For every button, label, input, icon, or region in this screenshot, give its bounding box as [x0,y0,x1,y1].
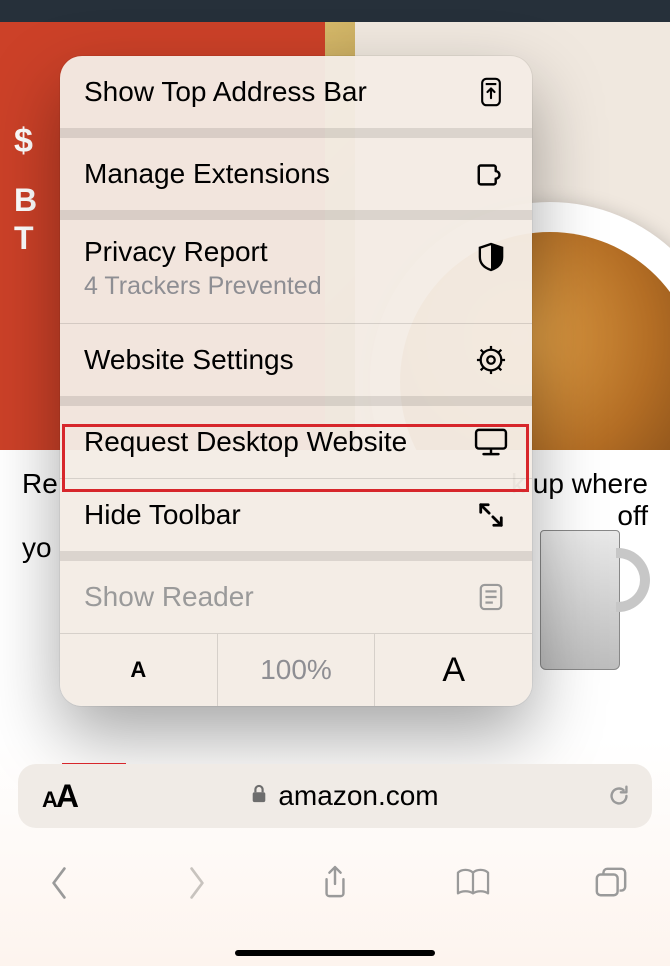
gear-icon [474,343,508,377]
website-settings[interactable]: Website Settings [60,324,532,396]
expand-icon [474,498,508,532]
aa-large-glyph: A [56,778,79,815]
show-top-address-bar[interactable]: Show Top Address Bar [60,56,532,128]
page-settings-button[interactable]: A A [36,776,85,817]
promo-dollar: $ [14,122,33,161]
home-indicator [235,950,435,956]
menu-separator [60,396,532,406]
menu-sublabel: 4 Trackers Prevented [84,272,322,301]
menu-separator [60,210,532,220]
increase-text-size-button[interactable]: A [375,651,532,690]
move-to-top-icon [474,75,508,109]
share-button[interactable] [310,858,360,908]
decrease-text-size-button[interactable]: A [60,657,217,683]
window-titlebar [0,0,670,22]
menu-separator [60,128,532,138]
shield-icon [474,240,508,274]
reload-button[interactable] [604,781,634,811]
menu-label: Show Reader [84,581,254,613]
page-settings-menu: Show Top Address Bar Manage Extensions P… [60,56,532,706]
url-text: amazon.com [278,780,438,812]
menu-label: Show Top Address Bar [84,76,367,108]
menu-label: Manage Extensions [84,158,330,190]
promo-letter-t: T [14,220,34,257]
card-text-left: Re [22,468,58,500]
privacy-report[interactable]: Privacy Report 4 Trackers Prevented [60,220,532,323]
menu-label: Request Desktop Website [84,426,407,458]
request-desktop-website[interactable]: Request Desktop Website [60,406,532,478]
desktop-icon [474,425,508,459]
zoom-percent: 100% [218,654,375,686]
reader-icon [474,580,508,614]
product-image [540,530,650,670]
menu-label: Website Settings [84,344,294,376]
hide-toolbar[interactable]: Hide Toolbar [60,479,532,551]
menu-separator [60,551,532,561]
menu-label: Privacy Report [84,236,268,268]
lock-icon [250,780,268,812]
tabs-button[interactable] [586,858,636,908]
card-text-yo: yo [22,532,52,564]
back-button[interactable] [34,858,84,908]
menu-label: Hide Toolbar [84,499,241,531]
address-bar[interactable]: A A amazon.com [18,764,652,828]
puzzle-icon [474,157,508,191]
show-reader: Show Reader [60,561,532,633]
text-size-row: A 100% A [60,634,532,706]
manage-extensions[interactable]: Manage Extensions [60,138,532,210]
url-display[interactable]: amazon.com [85,780,604,812]
promo-letter-b: B [14,182,37,219]
bookmarks-button[interactable] [448,858,498,908]
forward-button[interactable] [172,858,222,908]
bottom-toolbar [0,842,670,924]
